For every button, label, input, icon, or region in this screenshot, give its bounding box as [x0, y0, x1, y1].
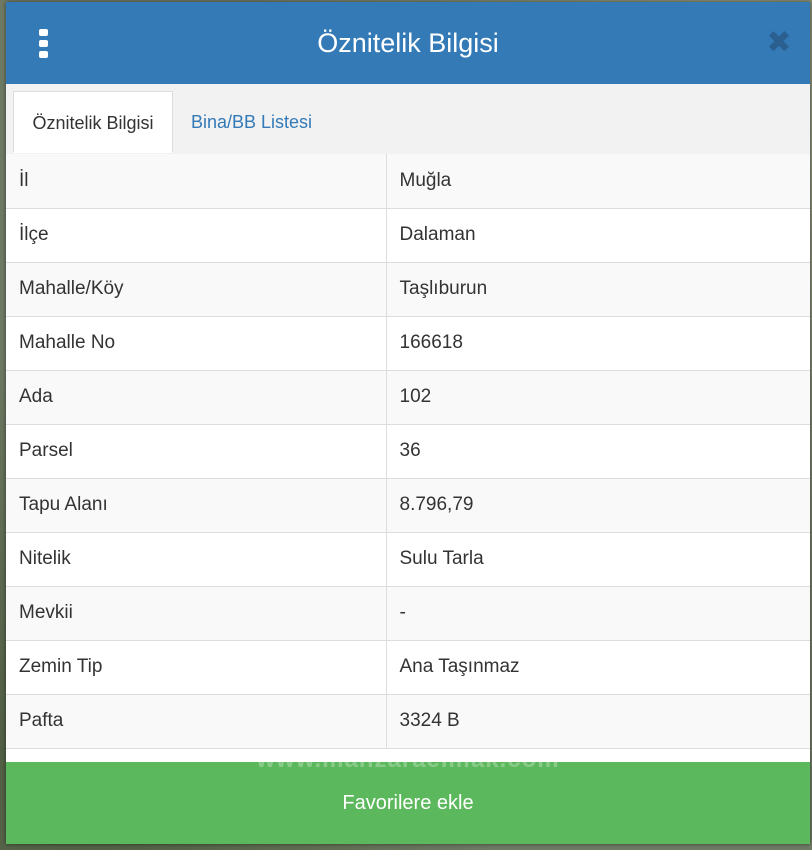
attribute-value: 36 [386, 424, 810, 479]
attribute-key: Tapu Alanı [6, 478, 387, 533]
attribute-value: 166618 [386, 316, 810, 371]
attribute-table-container: İl Muğla İlçe Dalaman Mahalle/Köy Taşlıb… [6, 154, 810, 762]
add-to-favorites-button[interactable]: Favorilere ekle [6, 762, 810, 844]
table-row: İl Muğla [6, 154, 810, 209]
table-row: Nitelik Sulu Tarla [6, 532, 810, 587]
attribute-table: İl Muğla İlçe Dalaman Mahalle/Köy Taşlıb… [6, 154, 810, 749]
attribute-key: Nitelik [6, 532, 387, 587]
attribute-key: Mevkii [6, 586, 387, 641]
table-row: Zemin Tip Ana Taşınmaz [6, 640, 810, 695]
attribute-value: 3324 B [386, 694, 810, 749]
tab-building-list[interactable]: Bina/BB Listesi [176, 91, 327, 153]
attribute-key: Parsel [6, 424, 387, 479]
table-row: Parsel 36 [6, 424, 810, 479]
attribute-value: Sulu Tarla [386, 532, 810, 587]
close-icon[interactable]: ✖ [764, 28, 794, 58]
table-row: Mahalle/Köy Taşlıburun [6, 262, 810, 317]
attribute-value: - [386, 586, 810, 641]
table-row: Ada 102 [6, 370, 810, 425]
attribute-value: Dalaman [386, 208, 810, 263]
tab-attribute-info[interactable]: Öznitelik Bilgisi [13, 91, 173, 153]
attribute-key: Mahalle/Köy [6, 262, 387, 317]
attribute-info-dialog: Öznitelik Bilgisi ✖ Öznitelik Bilgisi Bi… [6, 2, 810, 844]
attribute-key: İl [6, 154, 387, 209]
tab-bar: Öznitelik Bilgisi Bina/BB Listesi [6, 84, 810, 155]
attribute-key: Pafta [6, 694, 387, 749]
attribute-key: İlçe [6, 208, 387, 263]
table-row: Mevkii - [6, 586, 810, 641]
table-row: Tapu Alanı 8.796,79 [6, 478, 810, 533]
dialog-header: Öznitelik Bilgisi ✖ [6, 2, 810, 84]
attribute-key: Mahalle No [6, 316, 387, 371]
attribute-value: 102 [386, 370, 810, 425]
table-row: İlçe Dalaman [6, 208, 810, 263]
dialog-title: Öznitelik Bilgisi [317, 28, 499, 58]
attribute-value: 8.796,79 [386, 478, 810, 533]
attribute-key: Zemin Tip [6, 640, 387, 695]
attribute-value: Taşlıburun [386, 262, 810, 317]
attribute-key: Ada [6, 370, 387, 425]
table-row: Mahalle No 166618 [6, 316, 810, 371]
table-row: Pafta 3324 B [6, 694, 810, 749]
attribute-value: Ana Taşınmaz [386, 640, 810, 695]
attribute-value: Muğla [386, 154, 810, 209]
